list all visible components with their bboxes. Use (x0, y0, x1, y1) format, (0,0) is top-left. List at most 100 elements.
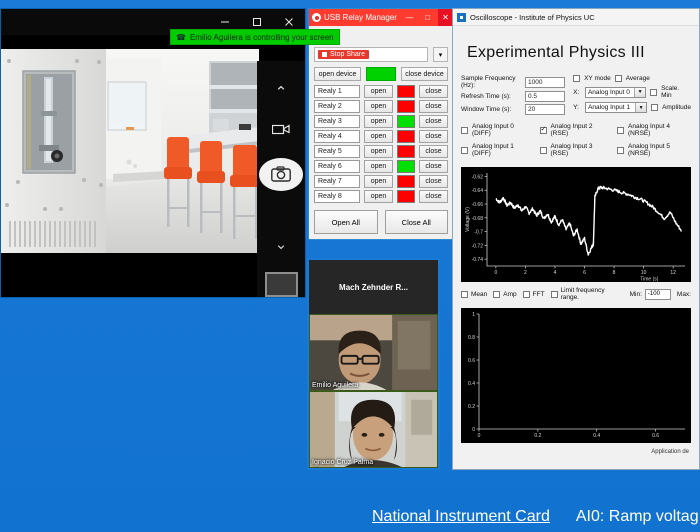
oscilloscope-body: Experimental Physics III Sample Frequenc… (453, 26, 699, 461)
relay-row: Realy 7 open close (314, 175, 448, 188)
relay-name[interactable]: Realy 4 (314, 130, 360, 143)
svg-text:-0.66: -0.66 (472, 202, 484, 208)
xy-mode-label: XY mode (584, 75, 611, 82)
scale-min-checkbox[interactable] (650, 89, 657, 96)
window-time-label: Window Time (s): (461, 106, 525, 113)
relay-open-button[interactable]: open (364, 115, 393, 128)
oscilloscope-window-title: Oscilloscope - Institute of Physics UC (470, 13, 595, 22)
relay-row: Realy 3 open close (314, 115, 448, 128)
relay-status-led (397, 85, 415, 98)
relay-open-button[interactable]: open (364, 100, 393, 113)
relay-name[interactable]: Realy 3 (314, 115, 360, 128)
page-title: Experimental Physics III (467, 44, 691, 62)
relay-close-button[interactable]: close (419, 100, 448, 113)
scroll-down-chevron-icon[interactable]: ⌄ (275, 237, 288, 252)
svg-text:0.6: 0.6 (652, 433, 659, 439)
analog-input-1-checkbox[interactable] (461, 147, 468, 154)
relay-maximize-button[interactable]: □ (420, 9, 435, 26)
relay-close-button[interactable]: close (419, 145, 448, 158)
last-capture-thumbnail[interactable] (265, 272, 298, 297)
stop-share-button[interactable]: Stop Share (318, 50, 369, 59)
close-all-button[interactable]: Close All (385, 210, 449, 234)
relay-minimize-button[interactable]: — (402, 9, 417, 26)
fft-option: FFT (523, 291, 545, 298)
screen-share-banner: ☎ Emilio Aguilera is controlling your sc… (170, 29, 340, 45)
analysis-controls: Mean Amp FFT Limit frequency range. Min:… (461, 287, 691, 301)
y-axis-select[interactable]: Analog Input 1 ▼ (585, 102, 647, 113)
share-dropdown-caret-icon[interactable]: ▾ (433, 47, 448, 62)
fft-checkbox[interactable] (523, 291, 530, 298)
average-checkbox[interactable] (615, 75, 622, 82)
svg-text:0.6: 0.6 (468, 358, 475, 364)
close-device-button[interactable]: close device (401, 67, 448, 81)
y-axis-label: Y: (573, 104, 581, 111)
window-time-input[interactable]: 20 (525, 104, 565, 115)
analog-input-option: Analog Input 1 (DIFF) (461, 143, 532, 157)
participant-tile[interactable]: Emilio Aguilera (309, 314, 438, 391)
relay-window-title: USB Relay Manager (324, 13, 399, 22)
analog-input-2-checkbox[interactable] (540, 127, 547, 134)
relay-close-button[interactable]: close (419, 130, 448, 143)
relay-open-button[interactable]: open (364, 130, 393, 143)
relay-open-button[interactable]: open (364, 160, 393, 173)
mean-checkbox[interactable] (461, 291, 468, 298)
svg-text:-0.74: -0.74 (472, 257, 484, 263)
relay-close-button[interactable]: ✕ (438, 9, 453, 26)
device-control-row: open device close device (314, 67, 448, 81)
oscilloscope-titlebar: Oscilloscope - Institute of Physics UC (453, 9, 699, 26)
analog-input-3-label: Analog Input 3 (RSE) (551, 143, 610, 157)
refresh-time-input[interactable]: 0.5 (525, 91, 565, 102)
relay-name[interactable]: Realy 7 (314, 175, 360, 188)
relay-name[interactable]: Realy 5 (314, 145, 360, 158)
relay-name[interactable]: Realy 8 (314, 190, 360, 203)
amplitude-checkbox[interactable] (651, 104, 658, 111)
svg-text:0.2: 0.2 (468, 404, 475, 410)
relay-titlebar: USB Relay Manager — □ ✕ (309, 9, 453, 26)
fft-label: FFT (533, 291, 545, 298)
analog-input-2-label: Analog Input 2 (RSE) (551, 123, 610, 137)
analog-input-4-checkbox[interactable] (617, 127, 624, 134)
min-label: Min: (630, 291, 642, 298)
video-camera-icon[interactable] (272, 122, 290, 140)
chevron-down-icon: ▼ (635, 103, 646, 112)
relay-open-button[interactable]: open (364, 190, 393, 203)
relay-name[interactable]: Realy 1 (314, 85, 360, 98)
analog-input-checkboxes: Analog Input 0 (DIFF)Analog Input 1 (DIF… (461, 123, 691, 160)
svg-text:6: 6 (583, 270, 586, 276)
relay-open-button[interactable]: open (364, 145, 393, 158)
relay-close-button[interactable]: close (419, 115, 448, 128)
relay-status-led (397, 160, 415, 173)
amp-checkbox[interactable] (493, 291, 500, 298)
analog-input-0-checkbox[interactable] (461, 127, 468, 134)
relay-close-button[interactable]: close (419, 175, 448, 188)
share-control-strip: Stop Share ▾ (314, 47, 448, 62)
min-input[interactable]: -100 (645, 289, 671, 300)
field-row: Sample Frequency (Hz): 1000 (461, 75, 567, 89)
svg-text:1: 1 (472, 312, 475, 318)
analog-input-5-checkbox[interactable] (617, 147, 624, 154)
relay-status-led (397, 145, 415, 158)
relay-name[interactable]: Realy 6 (314, 160, 360, 173)
camera-sidebar: ⌃ ⌄ (257, 61, 305, 297)
limit-frequency-checkbox[interactable] (551, 291, 558, 298)
relay-status-led (397, 175, 415, 188)
relay-open-button[interactable]: open (364, 175, 393, 188)
relay-close-button[interactable]: close (419, 160, 448, 173)
shutter-button[interactable] (259, 158, 303, 191)
x-axis-select[interactable]: Analog Input 0 ▼ (585, 87, 646, 98)
analog-input-3-checkbox[interactable] (540, 147, 547, 154)
relay-close-button[interactable]: close (419, 85, 448, 98)
relay-close-button[interactable]: close (419, 190, 448, 203)
field-row: Refresh Time (s): 0.5 (461, 91, 567, 102)
open-device-button[interactable]: open device (314, 67, 361, 81)
relay-name[interactable]: Realy 2 (314, 100, 360, 113)
svg-text:8: 8 (613, 270, 616, 276)
scroll-up-chevron-icon[interactable]: ⌃ (275, 85, 288, 100)
participant-tile[interactable]: Ignacio Cruz Palma (309, 391, 438, 468)
relay-row: Realy 2 open close (314, 100, 448, 113)
open-all-button[interactable]: Open All (314, 210, 378, 234)
relay-open-button[interactable]: open (364, 85, 393, 98)
sample-frequency-input[interactable]: 1000 (525, 77, 565, 88)
max-field-group: Max: (677, 291, 691, 298)
xy-mode-checkbox[interactable] (573, 75, 580, 82)
